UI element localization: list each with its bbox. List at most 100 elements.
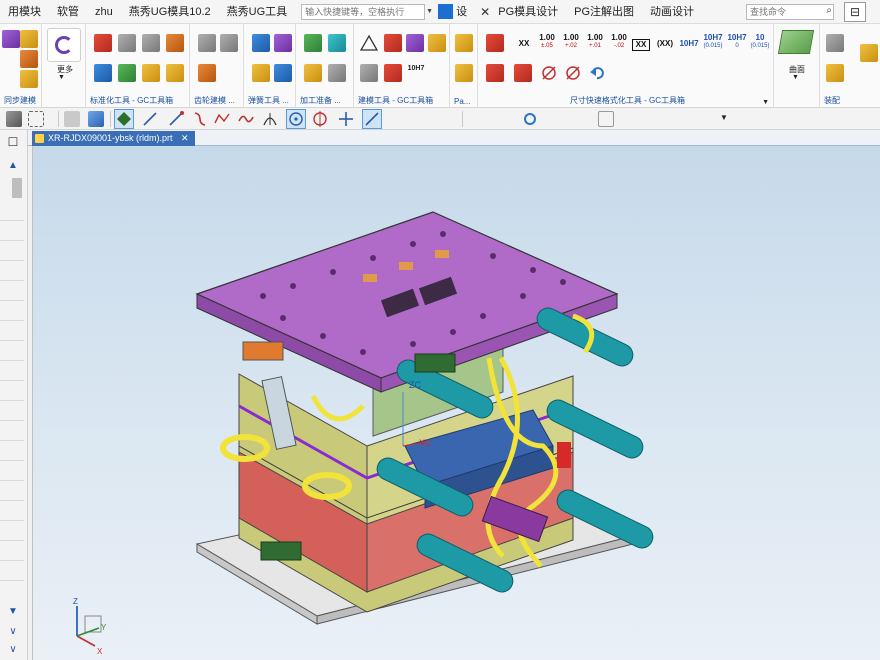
angle-tool-icon[interactable] [514, 64, 532, 82]
menu-pg-mold[interactable]: PG模具设计 [490, 0, 566, 24]
more-button[interactable] [47, 28, 81, 62]
part-unlock-icon[interactable] [455, 64, 473, 82]
tolerance-button-4[interactable]: 1.00 -.02 [608, 34, 630, 50]
chevron-up-icon[interactable]: ▲ [6, 160, 20, 172]
menu-zhu[interactable]: zhu [87, 0, 121, 24]
snap-active-button[interactable] [114, 109, 134, 129]
polyline-icon[interactable] [214, 111, 230, 127]
spring-icon[interactable] [274, 34, 292, 52]
cube-icon[interactable] [88, 111, 104, 127]
cylinder-spring-icon[interactable] [252, 34, 270, 52]
part-lock-icon[interactable] [455, 34, 473, 52]
menu-yanxiu-tools[interactable]: 燕秀UG工具 [219, 0, 296, 24]
chevron-down-icon[interactable]: ∨ [6, 644, 20, 656]
diameter-alt-icon[interactable] [564, 64, 582, 82]
scrollbar-thumb[interactable] [12, 178, 22, 198]
gear-analysis-icon[interactable] [198, 64, 216, 82]
eraser-icon[interactable] [166, 34, 184, 52]
rect-select-icon[interactable] [28, 111, 44, 127]
chevron-down-icon[interactable]: ▼ [762, 99, 769, 106]
diameter-icon[interactable] [540, 64, 558, 82]
tolerance-button-3[interactable]: 1.00 +.01 [584, 34, 606, 50]
render-style-icon[interactable] [626, 111, 642, 127]
chevron-down-icon[interactable]: ▼ [426, 4, 434, 20]
gear-pair-icon[interactable] [220, 34, 238, 52]
offset-region-icon[interactable] [20, 50, 38, 68]
plus-snap-icon[interactable] [338, 111, 354, 127]
surface-icon[interactable] [777, 30, 815, 54]
menu-yanxiu-mold[interactable]: 燕秀UG模具10.2 [121, 0, 219, 24]
xx-button[interactable]: XX [516, 40, 532, 48]
center-snap-button[interactable] [286, 109, 306, 129]
add-component-icon[interactable] [826, 64, 844, 82]
undo-icon[interactable] [588, 64, 606, 82]
slash-tool-icon[interactable] [486, 64, 504, 82]
xx-box-button[interactable]: XX [632, 39, 650, 51]
graphics-viewport[interactable]: ZC XC Z X Y [32, 146, 880, 660]
replace-face-icon[interactable] [20, 70, 38, 88]
section-view-icon[interactable] [598, 111, 614, 127]
dimension-icon[interactable] [384, 64, 402, 82]
run-command-icon[interactable] [438, 4, 454, 19]
spline-icon[interactable] [238, 111, 254, 127]
assembly-nav-icon[interactable] [826, 34, 844, 52]
text-icon[interactable] [166, 64, 184, 82]
menu-hose[interactable]: 软管 [49, 0, 87, 24]
intersect-icon[interactable] [262, 111, 278, 127]
gear-icon[interactable] [198, 34, 216, 52]
pan-icon[interactable] [546, 111, 562, 127]
view-orient-icon[interactable] [572, 111, 588, 127]
box-icon[interactable] [64, 111, 80, 127]
menu-pg-drawing[interactable]: PG注解出图 [566, 0, 642, 24]
curve-icon[interactable] [192, 111, 208, 127]
menu-animation[interactable]: 动画设计 [642, 0, 702, 24]
move-face-icon[interactable] [2, 30, 20, 48]
chevron-down-icon[interactable]: ▼ [58, 74, 65, 81]
display-filter-icon[interactable] [696, 111, 712, 127]
tolerance-button-2[interactable]: 1.00 +.02 [560, 34, 582, 50]
standard-part-icon[interactable] [94, 34, 112, 52]
table-icon[interactable] [304, 64, 322, 82]
mold-counter[interactable] [260, 541, 302, 561]
xx-paren-button[interactable]: (XX) [654, 40, 676, 48]
fit-button-4[interactable]: 10 (0.015) [750, 34, 770, 50]
circle-snap-icon[interactable] [312, 111, 328, 127]
menu-settings[interactable]: 设 [453, 0, 470, 24]
pattern-icon[interactable] [406, 34, 424, 52]
tolerance-button-1[interactable]: 1.00 ±.05 [536, 34, 558, 50]
tab-part-file[interactable]: XR-RJDX09001-ybsk (rldm).prt ✕ [32, 131, 195, 146]
command-input[interactable] [301, 3, 426, 20]
search-icon[interactable]: ⌕ [826, 5, 832, 16]
select-filter-icon[interactable] [6, 111, 22, 127]
chevron-down-icon[interactable]: ∨ [6, 626, 20, 638]
fit-button-1[interactable]: 10H7 [678, 40, 700, 48]
shaded-icon[interactable] [662, 111, 678, 127]
constraint-icon[interactable] [860, 44, 878, 62]
spring-delete-icon[interactable] [274, 64, 292, 82]
chevron-down-icon[interactable]: ▼ [6, 606, 20, 618]
hole-tool-icon[interactable] [94, 64, 112, 82]
component-icon[interactable] [142, 64, 160, 82]
check-icon[interactable] [304, 34, 322, 52]
restore-window-button[interactable]: ⊟ [844, 2, 866, 22]
surface-snap-icon[interactable] [412, 111, 428, 127]
h7-fit-button[interactable]: 10H7 [406, 64, 426, 82]
layers-icon[interactable] [142, 34, 160, 52]
wrench-icon[interactable] [118, 64, 136, 82]
mold-counter[interactable] [414, 353, 456, 373]
stack-icon[interactable] [118, 34, 136, 52]
maximize-icon[interactable]: ☐ [6, 136, 20, 148]
disc-spring-icon[interactable] [252, 64, 270, 82]
close-icon[interactable]: ✕ [480, 5, 490, 19]
csys-icon[interactable] [328, 64, 346, 82]
chevron-down-icon[interactable]: ▼ [792, 74, 799, 81]
line-icon[interactable] [142, 111, 158, 127]
line-snap-button[interactable] [362, 109, 382, 129]
view-triad[interactable]: Z X Y [73, 597, 107, 656]
fit-button-2[interactable]: 10H7 (0.015) [702, 34, 724, 50]
edge-icon[interactable] [486, 34, 504, 52]
extract-icon[interactable] [428, 34, 446, 52]
close-icon[interactable]: ✕ [181, 133, 189, 143]
menu-modules[interactable]: 用模块 [0, 0, 49, 24]
pull-face-icon[interactable] [20, 30, 38, 48]
